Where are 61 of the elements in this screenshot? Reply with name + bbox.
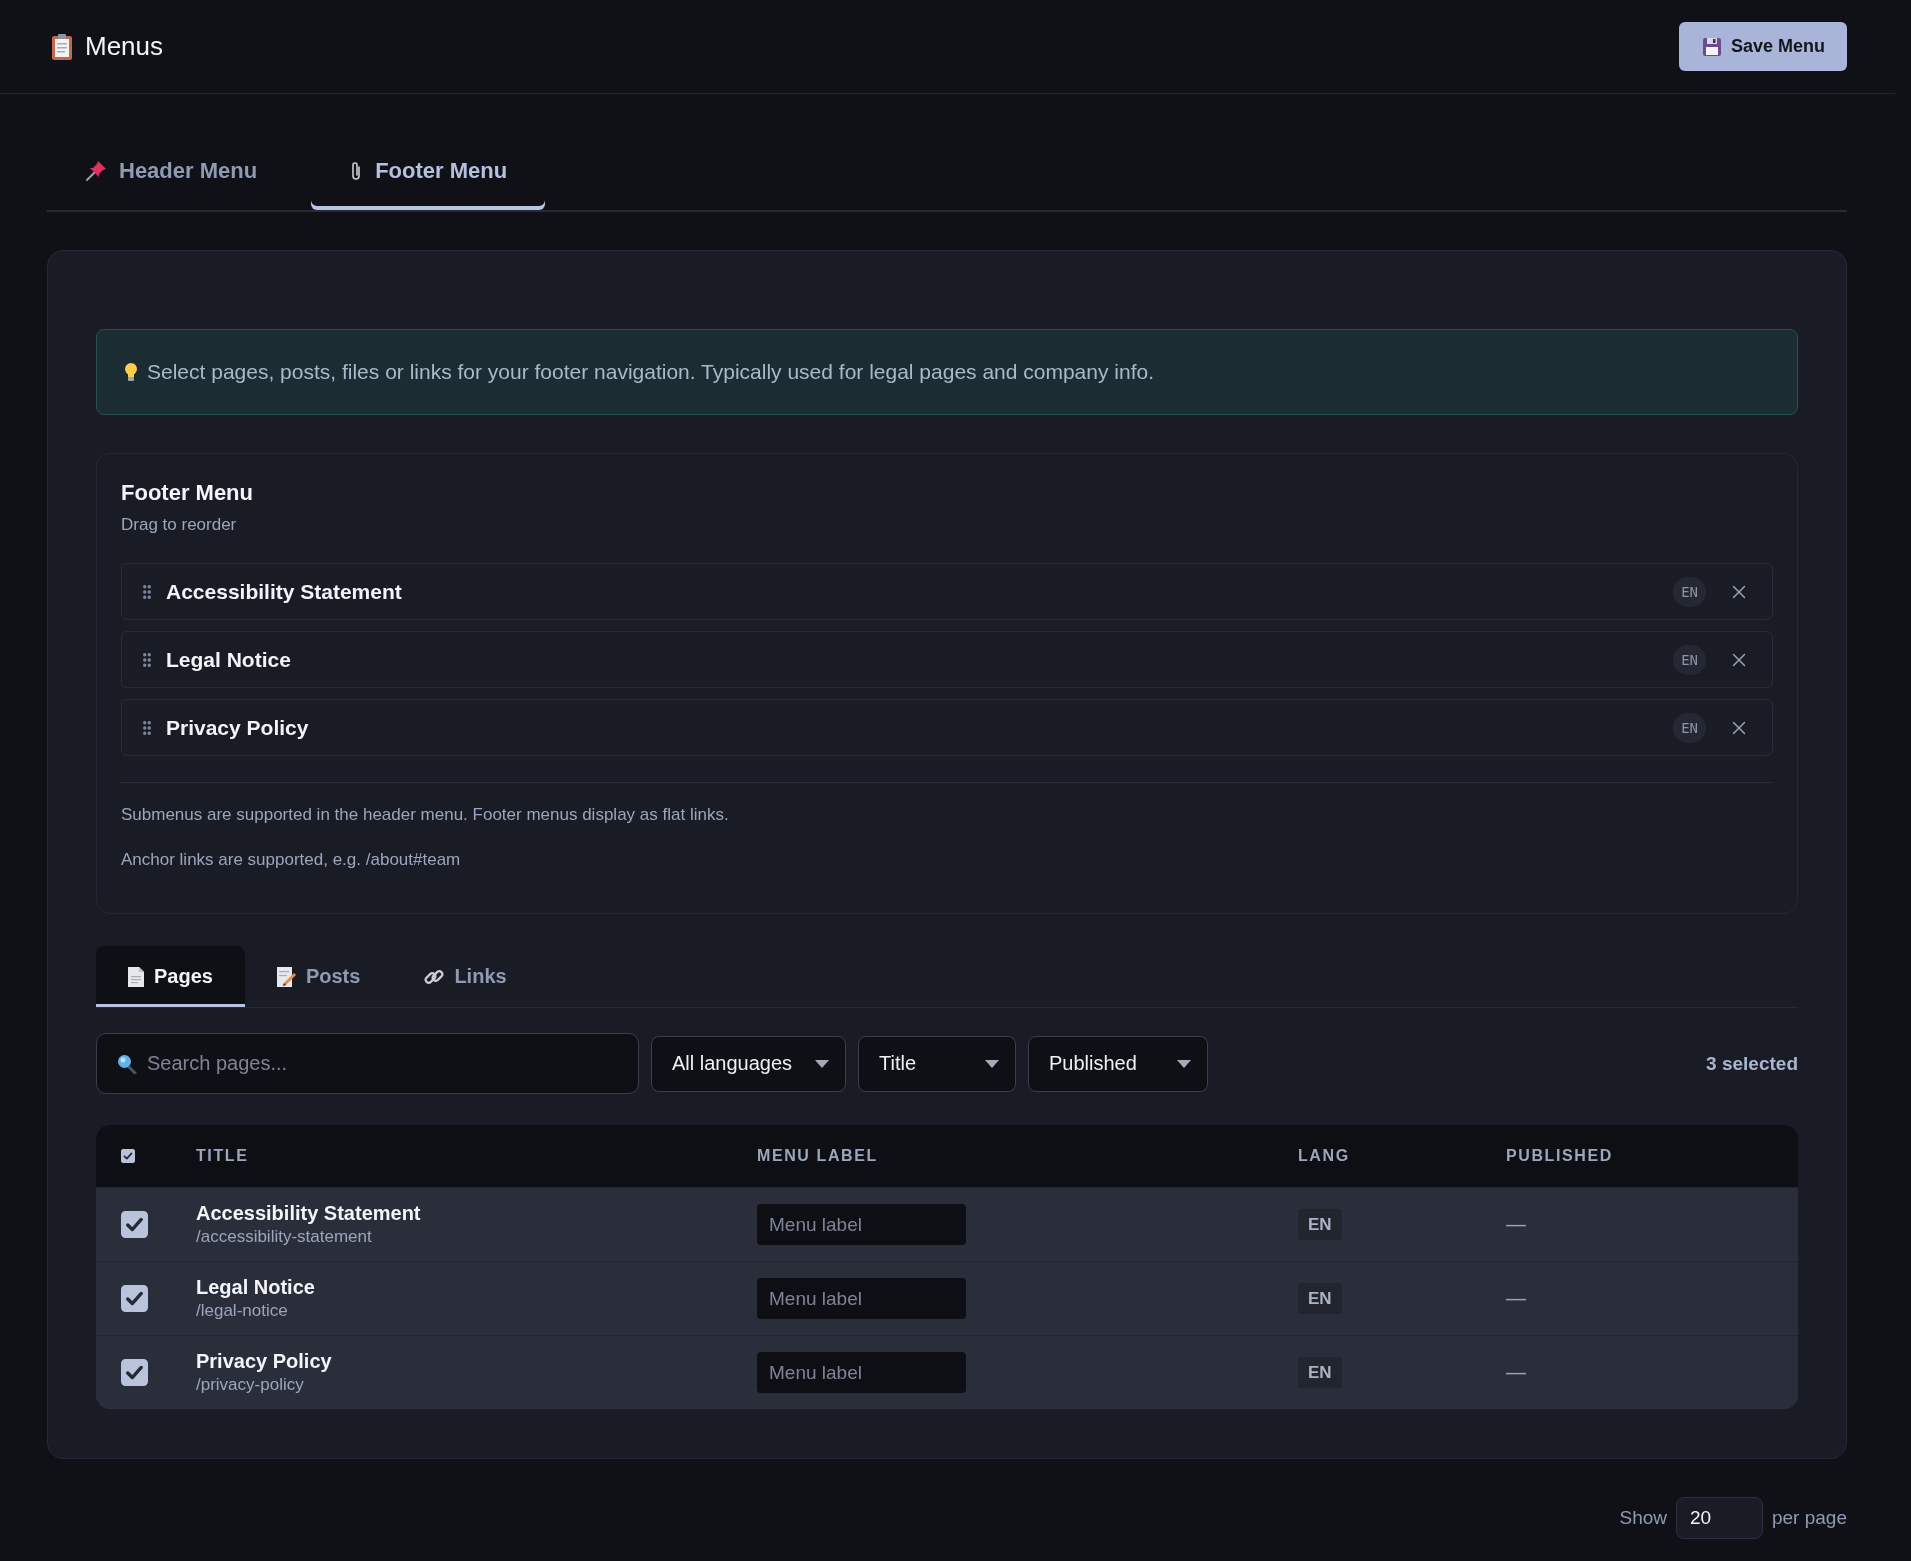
title-column-header: TITLE: [196, 1147, 249, 1165]
language-badge: EN: [1298, 1283, 1342, 1314]
page-name: Privacy Policy: [196, 1350, 332, 1373]
document-icon: [128, 966, 144, 987]
pushpin-icon: [85, 160, 107, 182]
page-name: Legal Notice: [196, 1276, 315, 1299]
published-date: —: [1506, 1287, 1526, 1310]
menu-label-field[interactable]: Menu label: [757, 1204, 966, 1245]
menu-label-column-header: MENU LABEL: [757, 1147, 878, 1165]
menu-item-label: Accessibility Statement: [166, 579, 403, 604]
language-badge: EN: [1673, 712, 1706, 743]
language-badge: EN: [1673, 644, 1706, 675]
source-tab[interactable]: Pages: [96, 946, 245, 1007]
menu-tab[interactable]: Header Menu: [47, 132, 296, 210]
help-text: Anchor links are supported, e.g. /about#team: [121, 850, 462, 870]
selection-count: 3 selected: [1706, 1052, 1798, 1075]
lang-column-header: LANG: [1298, 1147, 1350, 1165]
row-checkbox[interactable]: [121, 1211, 148, 1238]
card-title: Footer Menu: [121, 480, 254, 506]
show-label: Show: [1619, 1507, 1667, 1529]
menu-label-field[interactable]: Menu label: [757, 1278, 966, 1319]
clipboard-icon: [52, 33, 72, 60]
save-button[interactable]: Save Menu: [1678, 22, 1847, 71]
search-icon: [117, 1054, 137, 1074]
published-date: —: [1506, 1213, 1526, 1236]
page-path: /legal-notice: [196, 1301, 289, 1321]
memo-icon: [276, 966, 296, 987]
menu-label-field[interactable]: Menu label: [757, 1352, 966, 1393]
page-path: /accessibility-statement: [196, 1227, 373, 1247]
published-column-header: PUBLISHED: [1506, 1147, 1613, 1165]
status-select[interactable]: Published: [1028, 1035, 1208, 1092]
menu-tab[interactable]: Footer Menu: [311, 132, 546, 210]
row-checkbox[interactable]: [121, 1285, 148, 1312]
menu-item-label: Legal Notice: [166, 647, 292, 672]
language-badge: EN: [1298, 1209, 1342, 1240]
language-select[interactable]: All languages: [651, 1035, 846, 1092]
per-page-label: per page: [1772, 1507, 1847, 1529]
page-path: /privacy-policy: [196, 1375, 305, 1395]
search-field[interactable]: Search pages...: [96, 1033, 639, 1094]
page-title: Menus: [85, 31, 164, 62]
row-checkbox[interactable]: [121, 1359, 148, 1386]
caret-down-icon: [1177, 1059, 1191, 1068]
menu-item-row[interactable]: Accessibility Statement EN: [121, 563, 1773, 620]
published-date: —: [1506, 1361, 1526, 1384]
language-badge: EN: [1673, 576, 1706, 607]
menu-item-row[interactable]: Legal Notice EN: [121, 631, 1773, 688]
source-tab[interactable]: Links: [392, 946, 539, 1007]
card-subtitle: Drag to reorder: [121, 515, 238, 535]
menu-item-row[interactable]: Privacy Policy EN: [121, 699, 1773, 756]
help-text: Submenus are supported in the header menu. Footer menus display as flat links.: [121, 805, 730, 825]
caret-down-icon: [985, 1059, 999, 1068]
source-tab[interactable]: Posts: [244, 946, 393, 1007]
sort-select[interactable]: Title: [858, 1035, 1016, 1092]
select-all-checkbox[interactable]: [121, 1149, 135, 1163]
language-badge: EN: [1298, 1357, 1342, 1388]
info-text: Select pages, posts, files or links for your footer navigation. Typically used for legal pages and company info.: [147, 360, 1154, 384]
page-size-field[interactable]: 20: [1676, 1497, 1763, 1539]
menu-item-label: Privacy Policy: [166, 715, 310, 740]
caret-down-icon: [815, 1059, 829, 1068]
page-name: Accessibility Statement: [196, 1202, 421, 1225]
light-bulb-icon: [125, 362, 137, 382]
